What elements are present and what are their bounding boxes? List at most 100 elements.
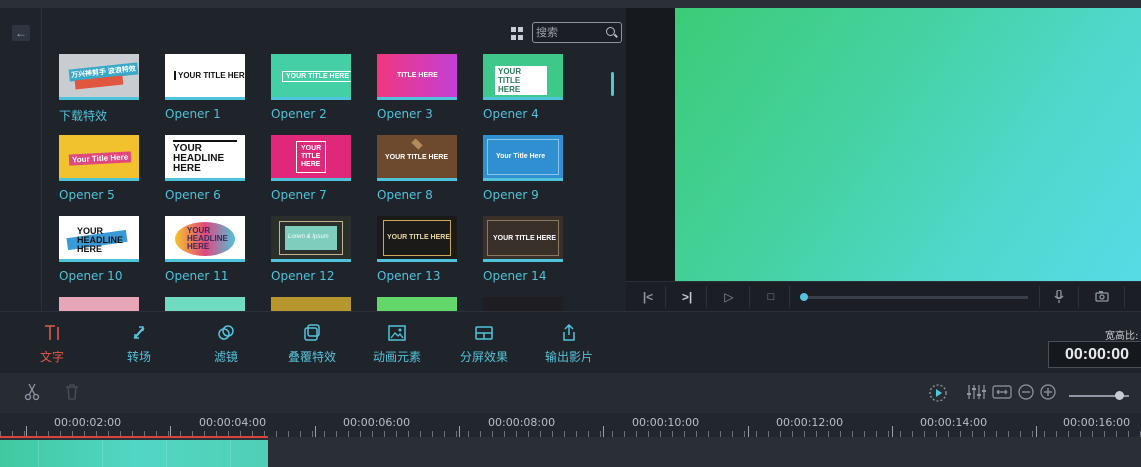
effect-label: Opener 2: [271, 107, 327, 121]
tool-export[interactable]: 输出影片: [534, 312, 604, 374]
effect-thumbnail: YOUR TITLE HERE: [271, 135, 351, 181]
effect-thumbnail[interactable]: [377, 297, 457, 311]
tool-elements[interactable]: 动画元素: [362, 312, 432, 374]
thumbnail-text: TITLE HERE: [397, 72, 438, 79]
export-icon: [563, 324, 575, 341]
effect-tile[interactable]: YOUR TITLE HERE Opener 13: [377, 216, 457, 283]
tool-label: 输出影片: [544, 350, 593, 364]
skip-back-icon[interactable]: |<: [640, 282, 656, 312]
effect-label: Opener 11: [165, 269, 229, 283]
timeline-ruler[interactable]: 00:00:02:00 00:00:04:00 00:00:06:00 00:0…: [0, 413, 1141, 437]
transition-icon: [133, 326, 145, 339]
ruler-label: 00:00:06:00: [343, 416, 411, 429]
effect-tile[interactable]: YOUR TITLE HERE Opener 1: [165, 54, 245, 121]
tool-label: 滤镜: [213, 350, 238, 364]
effect-thumbnail: YOUR TITLE HERE: [377, 135, 457, 181]
thumbnail-text: YOUR TITLE HERE: [282, 71, 351, 82]
tool-filter[interactable]: 滤镜: [191, 312, 261, 374]
effect-thumbnail: YOUR HEADLINE HERE: [165, 216, 245, 262]
effect-tile[interactable]: YOUR TITLE HERE Opener 14: [483, 216, 563, 283]
effect-tile[interactable]: Your Title Here Opener 5: [59, 135, 139, 202]
effect-thumbnail[interactable]: [165, 297, 245, 311]
tool-label: 文字: [39, 350, 64, 364]
audio-mixer-icon[interactable]: [966, 383, 986, 406]
effect-thumbnail[interactable]: [59, 297, 139, 311]
effect-label: Opener 8: [377, 188, 433, 202]
effect-tile[interactable]: Your Title Here Opener 9: [483, 135, 563, 202]
thumbnail-text: YOUR HEADLINE HERE: [173, 143, 225, 174]
tool-label: 转场: [126, 350, 151, 364]
ruler-label: 00:00:02:00: [54, 416, 122, 429]
effect-tile[interactable]: 万兴神剪手 波浪特效 下载特效: [59, 54, 139, 123]
effect-label: Opener 14: [483, 269, 547, 283]
thumbnail-text: Your Title Here: [496, 153, 546, 160]
zoom-in-icon[interactable]: [1040, 383, 1056, 406]
effect-thumbnail: Your Title Here: [483, 135, 563, 181]
effect-tile[interactable]: YOUR TITLE HERE Opener 2: [271, 54, 351, 121]
preview-canvas: [675, 8, 1141, 281]
back-button[interactable]: ←: [12, 25, 30, 41]
effect-tile[interactable]: YOUR HEADLINE HERE Opener 11: [165, 216, 245, 283]
zoom-out-icon[interactable]: [1018, 383, 1034, 406]
playback-progress-track[interactable]: [803, 296, 1028, 299]
top-bar: [0, 0, 1141, 8]
playback-knob[interactable]: [800, 293, 808, 301]
thumbnail-text: YOUR HEADLINE HERE: [187, 226, 228, 251]
tool-label: 分屏效果: [459, 350, 508, 364]
timecode-display: 00:00:00: [1048, 341, 1141, 368]
thumbnail-text: YOUR HEADLINE HERE: [77, 226, 124, 254]
effect-label: Opener 13: [377, 269, 441, 283]
trash-icon[interactable]: [65, 383, 79, 406]
thumbnail-text: YOUR TITLE HERE: [385, 154, 449, 161]
ruler-label: 00:00:10:00: [632, 416, 700, 429]
effect-label: Opener 6: [165, 188, 221, 202]
effect-tile[interactable]: YOUR TITLE HERE Opener 7: [271, 135, 351, 202]
zoom-slider-knob[interactable]: [1115, 391, 1124, 400]
step-back-icon[interactable]: >|: [679, 282, 695, 312]
tool-split-screen[interactable]: 分屏效果: [449, 312, 519, 374]
effect-thumbnail: YOUR TITLE HERE: [483, 216, 563, 262]
microphone-icon[interactable]: [1051, 282, 1067, 312]
effect-tile[interactable]: Lorem & Ipsum Opener 12: [271, 216, 351, 283]
effect-thumbnail: 万兴神剪手 波浪特效: [59, 54, 139, 100]
effect-label: Opener 9: [483, 188, 539, 202]
effect-tile[interactable]: YOUR HEADLINE HERE Opener 6: [165, 135, 245, 202]
effect-tile[interactable]: YOUR HEADLINE HERE Opener 10: [59, 216, 139, 283]
grid-view-icon[interactable]: [511, 27, 524, 40]
filter-icon: [218, 325, 234, 340]
effect-thumbnail[interactable]: [271, 297, 351, 311]
effect-thumbnail: YOUR TITLE HERE: [271, 54, 351, 100]
thumbnail-text: YOUR TITLE HERE: [301, 145, 322, 168]
scissors-icon[interactable]: [24, 383, 40, 406]
search-input[interactable]: [536, 25, 604, 40]
effect-label: 下载特效: [59, 109, 108, 123]
render-icon[interactable]: [928, 383, 948, 408]
effect-tile[interactable]: YOUR TITLE HERE Opener 8: [377, 135, 457, 202]
thumbnail-text: YOUR TITLE HERE: [495, 66, 547, 95]
effect-label: Opener 1: [165, 107, 221, 121]
effect-tile[interactable]: YOUR TITLE HERE Opener 4: [483, 54, 563, 121]
camera-icon[interactable]: [1094, 282, 1110, 312]
effect-label: Opener 10: [59, 269, 123, 283]
effect-thumbnail[interactable]: [483, 297, 563, 311]
effect-label: Opener 3: [377, 107, 433, 121]
thumbnail-text: YOUR TITLE HERE: [493, 235, 557, 242]
fit-timeline-icon[interactable]: [992, 383, 1012, 406]
timeline-clip[interactable]: [0, 440, 268, 467]
effect-thumbnail: TITLE HERE: [377, 54, 457, 100]
effect-tile[interactable]: TITLE HERE Opener 3: [377, 54, 457, 121]
search-box: [532, 22, 622, 43]
tool-overlay[interactable]: 叠覆特效: [277, 312, 347, 374]
preview-panel: [626, 8, 1141, 281]
effect-thumbnail: YOUR HEADLINE HERE: [59, 216, 139, 262]
ruler-label: 00:00:12:00: [776, 416, 844, 429]
tool-text[interactable]: 文字: [17, 312, 87, 374]
tool-transition[interactable]: 转场: [104, 312, 174, 374]
library-scrollbar[interactable]: [611, 72, 614, 96]
thumbnail-text: YOUR TITLE HERE: [387, 234, 451, 241]
stop-icon[interactable]: □: [763, 282, 779, 312]
effect-label: Opener 5: [59, 188, 115, 202]
play-icon[interactable]: ▷: [721, 282, 737, 312]
effect-thumbnail: Your Title Here: [59, 135, 139, 181]
search-icon[interactable]: [606, 27, 615, 36]
